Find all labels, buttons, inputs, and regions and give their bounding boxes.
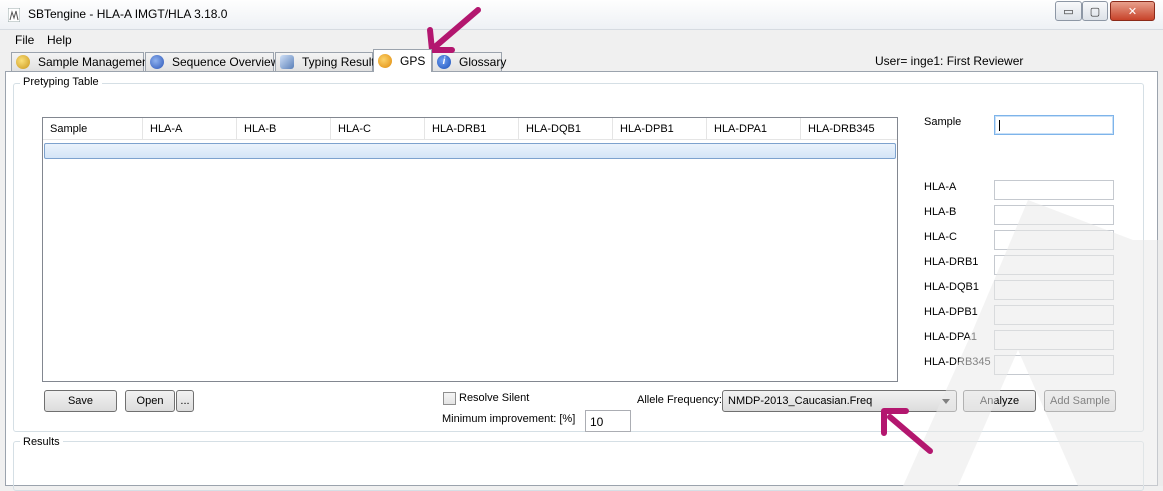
analyze-button[interactable]: Analyze [963,390,1036,412]
column-header-hla-c[interactable]: HLA-C [331,118,425,140]
hla-drb345-label: HLA-DRB345 [924,356,991,368]
add-sample-button[interactable]: Add Sample [1044,390,1116,412]
hla-c-label: HLA-C [924,231,958,243]
maximize-icon: ▢ [1089,5,1101,18]
browse-button[interactable]: ... [176,390,194,412]
table-row[interactable] [44,143,896,159]
info-icon: i [437,55,451,69]
hla-b-input[interactable] [994,205,1114,225]
minimize-button[interactable]: ▭ [1055,1,1082,21]
hla-dpa1-input[interactable] [994,330,1114,350]
window-title: SBTengine - HLA-A IMGT/HLA 3.18.0 [28,7,228,21]
column-header-hla-a[interactable]: HLA-A [143,118,237,140]
pretyping-group-label: Pretyping Table [20,76,102,88]
tab-sample-management[interactable]: Sample Management [11,52,152,71]
text-caret [999,120,1000,131]
tab-gps[interactable]: GPS [373,49,432,72]
tab-label: Sequence Overview [172,55,280,69]
allele-frequency-value: NMDP-2013_Caucasian.Freq [728,395,873,407]
hla-dpa1-label: HLA-DPA1 [924,331,977,343]
sample-management-icon [16,55,30,69]
results-group-label: Results [20,436,63,448]
maximize-button[interactable]: ▢ [1082,1,1108,21]
open-button[interactable]: Open [125,390,175,412]
app-icon [8,8,20,22]
sample-label: Sample [924,116,962,128]
hla-b-label: HLA-B [924,206,957,218]
tab-glossary[interactable]: i Glossary [432,52,506,71]
tab-label: GPS [400,54,426,68]
min-improvement-label: Minimum improvement: [%] [442,413,576,425]
sequence-overview-icon [150,55,164,69]
chevron-down-icon [942,399,950,404]
title-bar: SBTengine - HLA-A IMGT/HLA 3.18.0 ▭ ▢ ✕ [0,0,1163,30]
column-header-hla-b[interactable]: HLA-B [237,118,331,140]
tab-strip: Sample Management Sequence Overview Typi… [0,48,1163,72]
user-info: User= inge1: First Reviewer [875,54,1024,68]
allele-frequency-label: Allele Frequency: [637,394,722,406]
resolve-silent-checkbox[interactable] [443,392,456,405]
menu-bar: File Help [0,30,1163,48]
hla-dpb1-input[interactable] [994,305,1114,325]
hla-drb1-label: HLA-DRB1 [924,256,979,268]
close-icon: ✕ [1127,5,1138,18]
column-header-hla-dpa1[interactable]: HLA-DPA1 [707,118,801,140]
tab-sequence-overview[interactable]: Sequence Overview [145,52,279,71]
hla-c-input[interactable] [994,230,1114,250]
hla-a-input[interactable] [994,180,1114,200]
column-header-hla-drb345[interactable]: HLA-DRB345 [801,118,897,140]
allele-frequency-select[interactable]: NMDP-2013_Caucasian.Freq [722,390,957,412]
tab-typing-result[interactable]: Typing Result [275,52,375,71]
hla-a-label: HLA-A [924,181,957,193]
typing-result-icon [280,55,294,69]
menu-file[interactable]: File [15,33,34,47]
minimize-icon: ▭ [1063,5,1074,18]
column-header-hla-drb1[interactable]: HLA-DRB1 [425,118,519,140]
gps-icon [378,54,392,68]
table-header: Sample HLA-A HLA-B HLA-C HLA-DRB1 HLA-DQ… [43,118,897,140]
sample-input[interactable] [994,115,1114,135]
column-header-sample[interactable]: Sample [43,118,143,140]
save-button[interactable]: Save [44,390,117,412]
tab-label: Sample Management [38,55,153,69]
app-window: SBTengine - HLA-A IMGT/HLA 3.18.0 ▭ ▢ ✕ … [0,0,1163,491]
hla-dqb1-input[interactable] [994,280,1114,300]
tab-label: Typing Result [302,55,375,69]
hla-drb1-input[interactable] [994,255,1114,275]
hla-dpb1-label: HLA-DPB1 [924,306,978,318]
resolve-silent-label: Resolve Silent [459,392,530,404]
close-button[interactable]: ✕ [1110,1,1155,21]
menu-help[interactable]: Help [47,33,72,47]
results-groupbox [13,441,1144,491]
tab-label: Glossary [459,55,507,69]
hla-drb345-input[interactable] [994,355,1114,375]
hla-dqb1-label: HLA-DQB1 [924,281,980,293]
column-header-hla-dpb1[interactable]: HLA-DPB1 [613,118,707,140]
column-header-hla-dqb1[interactable]: HLA-DQB1 [519,118,613,140]
min-improvement-input[interactable]: 10 [585,410,631,432]
pretyping-table[interactable]: Sample HLA-A HLA-B HLA-C HLA-DRB1 HLA-DQ… [42,117,898,382]
